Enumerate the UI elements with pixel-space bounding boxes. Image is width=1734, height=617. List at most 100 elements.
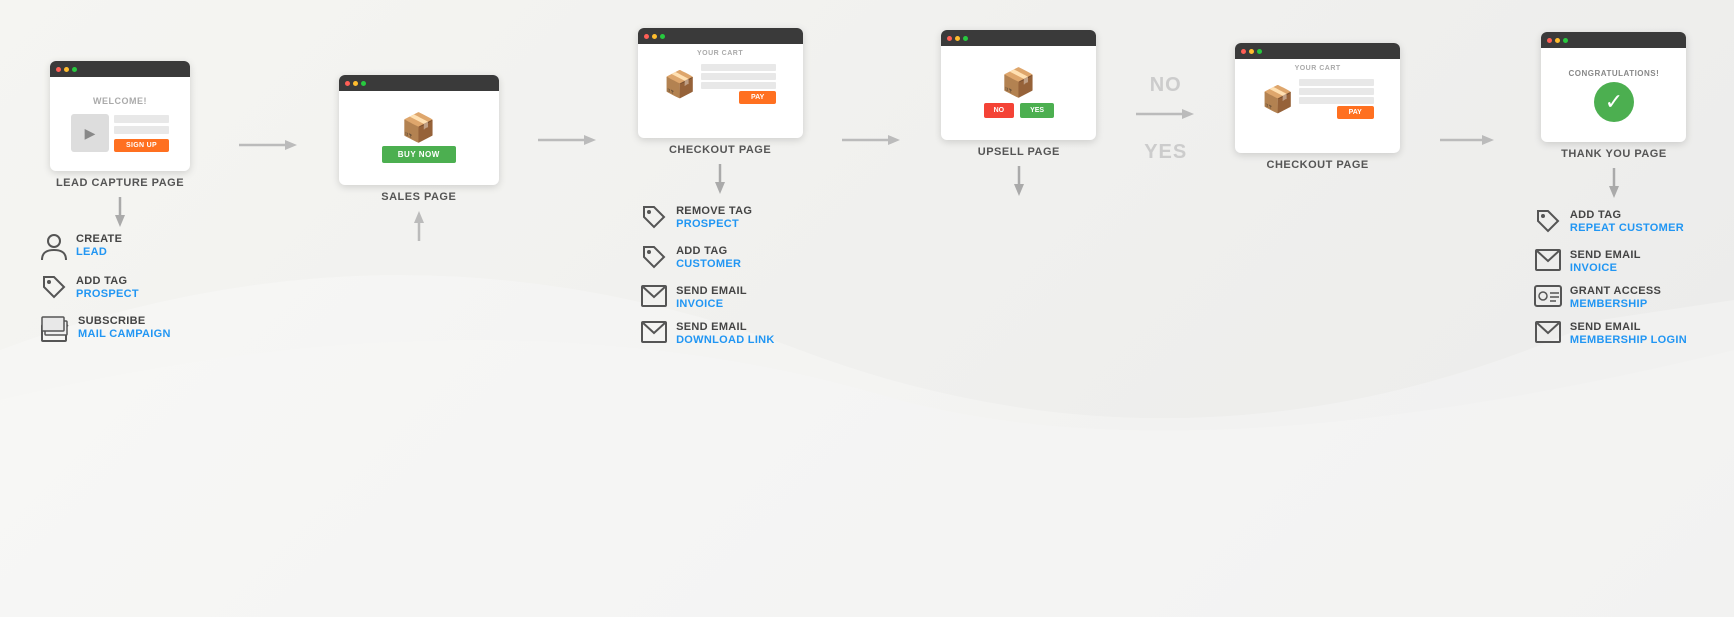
browser-bar-ty: [1541, 32, 1686, 48]
action-sendemail4-title: SEND EMAIL: [1570, 321, 1687, 334]
thankyou-browser: CONGRATULATIONS! ✓: [1541, 32, 1686, 142]
dot-green-c2: [1257, 49, 1262, 54]
yes-button[interactable]: YES: [1020, 103, 1054, 118]
c2-field1: [1299, 79, 1374, 86]
sales-browser: 📦 BUY NOW: [339, 75, 499, 185]
send-email-invoice2-text: SEND EMAIL INVOICE: [1570, 249, 1641, 275]
send-email-login-text: SEND EMAIL MEMBERSHIP LOGIN: [1570, 321, 1687, 347]
signup-button[interactable]: SIGN UP: [114, 139, 169, 152]
checkout1-body: 📦 PAY: [664, 64, 776, 104]
down-arrow-lcp: [113, 197, 127, 227]
action-subscribe: SUBSCRIBE MAIL CAMPAIGN: [40, 315, 200, 349]
arrow-no-to-checkout2: [1136, 105, 1196, 123]
action-prospect-subtitle: PROSPECT: [76, 288, 139, 301]
action-mailcampaign-subtitle: MAIL CAMPAIGN: [78, 328, 171, 341]
action-sendemail3-title: SEND EMAIL: [1570, 249, 1641, 262]
pay-button-1[interactable]: PAY: [739, 91, 776, 104]
action-send-email-download: SEND EMAIL DOWNLOAD LINK: [640, 321, 800, 349]
subscribe-text: SUBSCRIBE MAIL CAMPAIGN: [78, 315, 171, 341]
action-subscribe-title: SUBSCRIBE: [78, 315, 171, 328]
thankyou-down: [1607, 168, 1621, 203]
dot-yellow-up: [955, 36, 960, 41]
tag-icon-remove: [640, 205, 668, 237]
checkout2-browser: YOUR CART 📦 PAY: [1235, 43, 1400, 153]
add-tag-customer-text: ADD TAG CUSTOMER: [676, 245, 741, 271]
checkmark-icon: ✓: [1594, 82, 1634, 122]
product-box-c1: 📦: [664, 69, 696, 100]
sales-label: SALES PAGE: [381, 191, 456, 203]
tag-icon-customer: [640, 245, 668, 277]
c1-field1: [701, 64, 776, 71]
action-addtag-title1: ADD TAG: [76, 275, 139, 288]
action-repeatcustomer-subtitle: REPEAT CUSTOMER: [1570, 222, 1684, 235]
action-add-tag-prospect: ADD TAG PROSPECT: [40, 275, 200, 307]
action-addtag-customer-title: ADD TAG: [676, 245, 741, 258]
thankyou-content: CONGRATULATIONS! ✓: [1541, 48, 1686, 142]
checkout2-label: CHECKOUT PAGE: [1267, 159, 1369, 171]
action-removetag-title: REMOVE TAG: [676, 205, 752, 218]
sales-page: 📦 BUY NOW SALES PAGE: [339, 75, 499, 203]
lcp-body: ▶ SIGN UP: [71, 114, 169, 152]
action-add-tag-repeat: ADD TAG REPEAT CUSTOMER: [1534, 209, 1694, 241]
action-create-lead: CREATE LEAD: [40, 233, 200, 267]
welcome-text: WELCOME!: [93, 96, 147, 106]
browser-bar-sales: [339, 75, 499, 91]
thankyou-label: THANK YOU PAGE: [1561, 148, 1667, 160]
action-membershiplogin-subtitle: MEMBERSHIP LOGIN: [1570, 334, 1687, 347]
action-remove-tag: REMOVE TAG PROSPECT: [640, 205, 800, 237]
branch-yes-label: YES: [1144, 141, 1187, 164]
action-lead-subtitle: LEAD: [76, 246, 122, 259]
tag-icon-1: [40, 275, 68, 307]
idcard-icon: [1534, 285, 1562, 313]
checkout1-browser: YOUR CART 📦 PAY: [638, 28, 803, 138]
up-arrow-sales: [412, 211, 426, 241]
product-box-c2: 📦: [1261, 84, 1293, 115]
c2-field3: [1299, 97, 1374, 104]
action-grant-access: GRANT ACCESS MEMBERSHIP: [1534, 285, 1694, 313]
checkout1-label: CHECKOUT PAGE: [669, 144, 771, 156]
congrats-text: CONGRATULATIONS!: [1569, 69, 1660, 78]
upsell-buttons: NO YES: [984, 103, 1055, 118]
person-icon: [40, 233, 68, 267]
c1-field2: [701, 73, 776, 80]
checkout2-page: YOUR CART 📦 PAY: [1235, 43, 1400, 171]
action-send-email-invoice1: SEND EMAIL INVOICE: [640, 285, 800, 313]
upsell-browser: 📦 NO YES: [941, 30, 1096, 140]
dot-green-ty: [1563, 38, 1568, 43]
checkout1-page: YOUR CART 📦 PAY: [638, 28, 803, 156]
checkout2-column: YOUR CART 📦 PAY: [1235, 43, 1400, 349]
dot-yellow-s: [353, 81, 358, 86]
create-lead-text: CREATE LEAD: [76, 233, 122, 259]
lcp-fields: SIGN UP: [114, 115, 169, 152]
dot-red: [56, 67, 61, 72]
sales-column: 📦 BUY NOW SALES PAGE: [339, 75, 499, 349]
tag-icon-repeat: [1534, 209, 1562, 241]
envelope-icon-2: [640, 321, 668, 349]
upsell-down-arrow: [1012, 166, 1026, 201]
upsell-column: 📦 NO YES UPSELL PAGE: [941, 30, 1096, 349]
checkout2-title: YOUR CART: [1295, 65, 1341, 72]
checkout1-title: YOUR CART: [697, 50, 743, 57]
upsell-label: UPSELL PAGE: [978, 146, 1060, 158]
action-create-title: CREATE: [76, 233, 122, 246]
checkout1-down: [713, 164, 727, 199]
page-layout: WELCOME! ▶ SIGN UP: [0, 0, 1734, 617]
action-customer-subtitle: CUSTOMER: [676, 258, 741, 271]
browser-bar-c2: [1235, 43, 1400, 59]
action-invoice1-subtitle: INVOICE: [676, 298, 747, 311]
checkout2-content: YOUR CART 📦 PAY: [1235, 59, 1400, 153]
thankyou-page: CONGRATULATIONS! ✓ THANK YOU PAGE: [1541, 32, 1686, 160]
lead-capture-actions: CREATE LEAD: [40, 233, 200, 349]
action-membership-subtitle: MEMBERSHIP: [1570, 298, 1661, 311]
dot-red-c2: [1241, 49, 1246, 54]
pay-button-2[interactable]: PAY: [1337, 106, 1374, 119]
action-sendemail1-title: SEND EMAIL: [676, 285, 747, 298]
arrow-checkout1-to-upsell: [842, 131, 902, 149]
no-button[interactable]: NO: [984, 103, 1015, 118]
dot-red-ty: [1547, 38, 1552, 43]
lead-capture-browser: WELCOME! ▶ SIGN UP: [50, 61, 190, 171]
dot-red-s: [345, 81, 350, 86]
action-send-email-login: SEND EMAIL MEMBERSHIP LOGIN: [1534, 321, 1694, 349]
upsell-content: 📦 NO YES: [941, 46, 1096, 140]
buynow-button[interactable]: BUY NOW: [382, 146, 456, 163]
